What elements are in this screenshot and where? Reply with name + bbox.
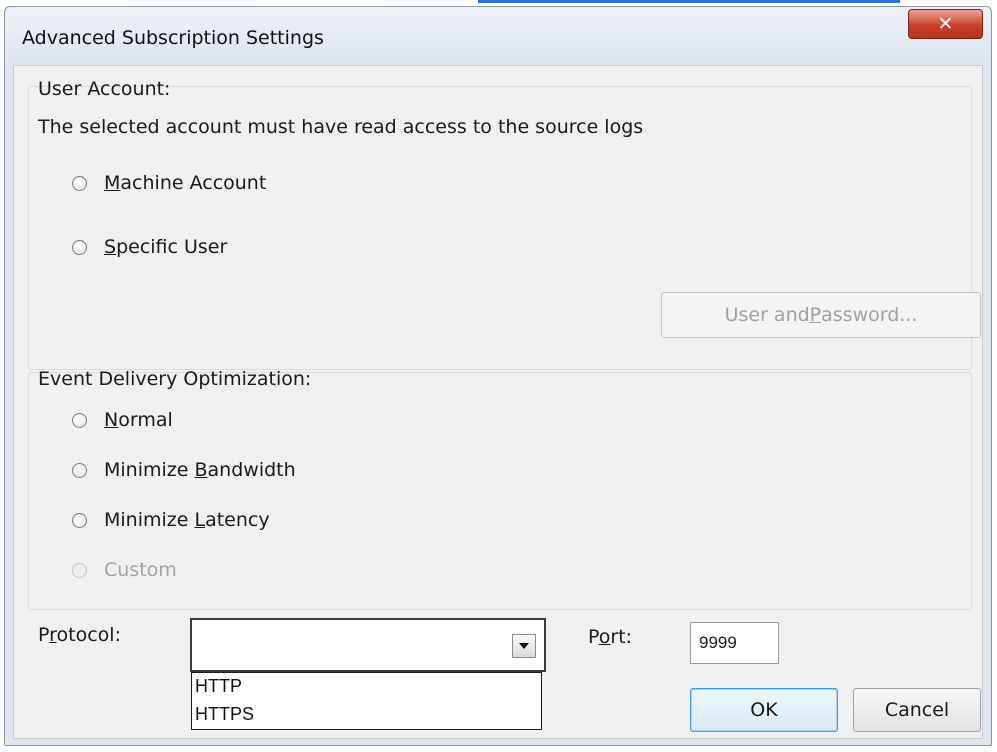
user-account-description: The selected account must have read acce… [38, 116, 644, 138]
minimize-latency-label[interactable]: Minimize Latency [104, 509, 270, 531]
user-account-heading: User Account: [38, 78, 171, 100]
machine-account-label[interactable]: Machine Account [104, 172, 266, 194]
radio-circle[interactable] [72, 512, 87, 528]
protocol-option-http[interactable]: HTTP [195, 676, 242, 697]
normal-radio[interactable]: Normal [72, 409, 173, 431]
chevron-down-icon [519, 643, 529, 649]
minimize-bandwidth-radio[interactable]: Minimize Bandwidth [72, 459, 296, 481]
cancel-button[interactable]: Cancel [853, 688, 981, 732]
advanced-subscription-settings-dialog: Advanced Subscription Settings ✕ User Ac… [4, 6, 992, 746]
dialog-content: User Account: The selected account must … [13, 65, 983, 739]
specific-user-label[interactable]: Specific User [104, 236, 227, 258]
protocol-dropdown-list[interactable]: HTTP HTTPS [191, 672, 542, 730]
machine-account-radio[interactable]: Machine Account [72, 172, 266, 194]
protocol-label: Protocol: [38, 624, 121, 646]
radio-circle[interactable] [72, 462, 87, 478]
protocol-combobox[interactable] [190, 618, 546, 672]
specific-user-radio[interactable]: Specific User [72, 236, 227, 258]
normal-label[interactable]: Normal [104, 409, 173, 431]
minimize-bandwidth-label[interactable]: Minimize Bandwidth [104, 459, 296, 481]
partial-link-underline [478, 0, 900, 3]
protocol-option-https[interactable]: HTTPS [195, 704, 254, 725]
event-delivery-heading: Event Delivery Optimization: [38, 368, 312, 390]
minimize-latency-radio[interactable]: Minimize Latency [72, 509, 270, 531]
close-button[interactable]: ✕ [908, 9, 983, 39]
user-and-password-button[interactable]: User and Password... [661, 292, 981, 338]
ok-button[interactable]: OK [690, 688, 838, 732]
radio-circle[interactable] [72, 562, 87, 578]
radio-circle[interactable] [72, 239, 87, 255]
port-label: Port: [588, 626, 633, 648]
radio-circle[interactable] [72, 175, 87, 191]
dropdown-arrow-button[interactable] [512, 634, 536, 658]
radio-circle[interactable] [72, 412, 87, 428]
port-input[interactable]: 9999 [690, 622, 779, 664]
title-bar[interactable]: Advanced Subscription Settings ✕ [5, 7, 991, 65]
close-icon: ✕ [937, 12, 954, 35]
custom-radio[interactable]: Custom [72, 559, 177, 581]
custom-label[interactable]: Custom [104, 559, 177, 581]
dialog-title: Advanced Subscription Settings [22, 27, 324, 49]
